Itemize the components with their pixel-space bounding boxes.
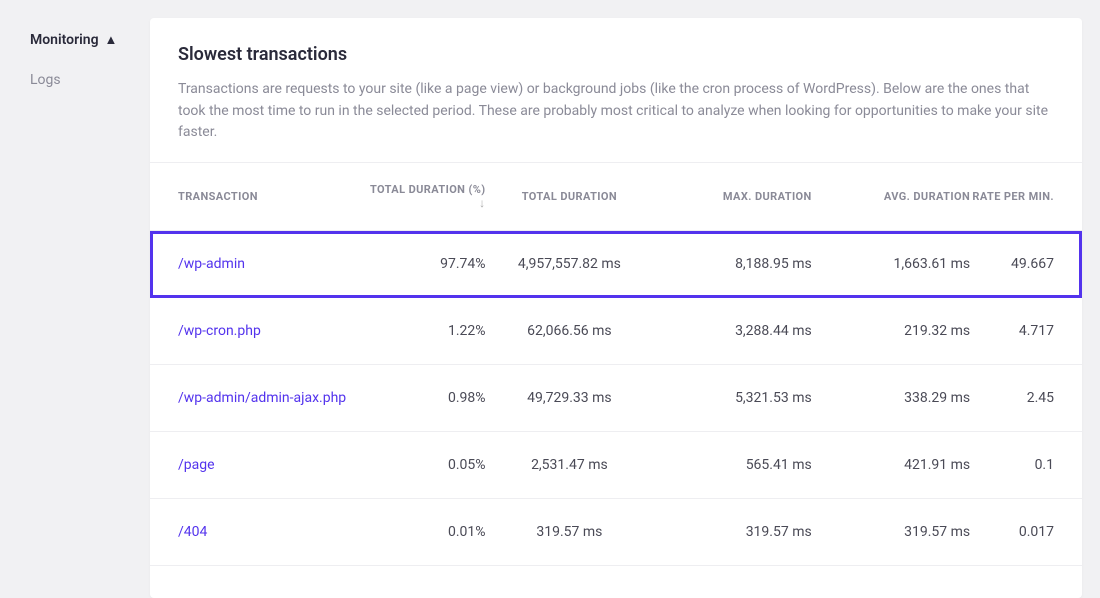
table-row[interactable]: /wp-admin/admin-ajax.php 0.98%49,729.33 m… (150, 365, 1082, 432)
col-max-duration[interactable]: MAX. DURATION (653, 163, 811, 231)
table-row[interactable]: /page 0.05%2,531.47 ms565.41 ms421.91 ms0… (150, 432, 1082, 499)
cell-total-duration: 2,531.47 ms (486, 432, 654, 499)
transactions-table: TRANSACTION TOTAL DURATION (%) ↓ TOTAL D… (150, 162, 1082, 566)
cell-max-duration: 5,321.53 ms (653, 365, 811, 432)
cell-rate: 0.017 (970, 499, 1082, 566)
sidebar-item-monitoring[interactable]: Monitoring ▲ (30, 32, 150, 48)
sidebar-label-logs: Logs (30, 72, 61, 88)
cell-rate: 49.667 (970, 231, 1082, 298)
cell-avg-duration: 421.91 ms (812, 432, 970, 499)
cell-avg-duration: 338.29 ms (812, 365, 970, 432)
transaction-link[interactable]: /page (178, 457, 215, 473)
sidebar-label-monitoring: Monitoring (30, 32, 99, 48)
col-rate[interactable]: RATE PER MIN. (970, 163, 1082, 231)
cell-max-duration: 565.41 ms (653, 432, 811, 499)
cell-total-pct: 0.05% (364, 432, 485, 499)
sort-desc-icon: ↓ (479, 196, 485, 210)
cell-rate: 0.1 (970, 432, 1082, 499)
cell-max-duration: 8,188.95 ms (653, 231, 811, 298)
table-row[interactable]: /wp-admin 97.74%4,957,557.82 ms8,188.95 m… (150, 231, 1082, 298)
card-title: Slowest transactions (178, 44, 1054, 65)
cell-total-duration: 4,957,557.82 ms (486, 231, 654, 298)
cell-rate: 2.45 (970, 365, 1082, 432)
cell-max-duration: 319.57 ms (653, 499, 811, 566)
col-total-pct[interactable]: TOTAL DURATION (%) ↓ (364, 163, 485, 231)
cell-rate: 4.717 (970, 298, 1082, 365)
card-description: Transactions are requests to your site (… (178, 79, 1054, 144)
col-total-duration[interactable]: TOTAL DURATION (486, 163, 654, 231)
col-total-pct-label: TOTAL DURATION (%) (370, 183, 486, 196)
col-avg-duration[interactable]: AVG. DURATION (812, 163, 970, 231)
table-row[interactable]: /4040.01%319.57 ms319.57 ms319.57 ms0.01… (150, 499, 1082, 566)
sidebar: Monitoring ▲ Logs (0, 0, 150, 598)
cell-total-duration: 319.57 ms (486, 499, 654, 566)
cell-total-duration: 62,066.56 ms (486, 298, 654, 365)
transaction-link[interactable]: /404 (178, 524, 207, 540)
cell-total-pct: 0.98% (364, 365, 485, 432)
transaction-link[interactable]: /wp-cron.php (178, 323, 261, 339)
main: Slowest transactions Transactions are re… (150, 0, 1100, 598)
cell-avg-duration: 1,663.61 ms (812, 231, 970, 298)
slowest-transactions-card: Slowest transactions Transactions are re… (150, 18, 1082, 598)
transaction-link[interactable]: /wp-admin/admin-ajax.php (178, 390, 346, 406)
cell-total-duration: 49,729.33 ms (486, 365, 654, 432)
transaction-link[interactable]: /wp-admin (178, 256, 245, 272)
card-header: Slowest transactions Transactions are re… (150, 44, 1082, 162)
cell-avg-duration: 319.57 ms (812, 499, 970, 566)
cell-total-pct: 1.22% (364, 298, 485, 365)
cell-total-pct: 97.74% (364, 231, 485, 298)
monitor-icon: ▲ (105, 32, 118, 48)
table-header-row: TRANSACTION TOTAL DURATION (%) ↓ TOTAL D… (150, 163, 1082, 231)
sidebar-item-logs[interactable]: Logs (30, 72, 150, 88)
cell-avg-duration: 219.32 ms (812, 298, 970, 365)
table-body: /wp-admin 97.74%4,957,557.82 ms8,188.95 m… (150, 231, 1082, 566)
col-transaction[interactable]: TRANSACTION (150, 163, 364, 231)
cell-total-pct: 0.01% (364, 499, 485, 566)
table-row[interactable]: /wp-cron.php 1.22%62,066.56 ms3,288.44 ms… (150, 298, 1082, 365)
cell-max-duration: 3,288.44 ms (653, 298, 811, 365)
